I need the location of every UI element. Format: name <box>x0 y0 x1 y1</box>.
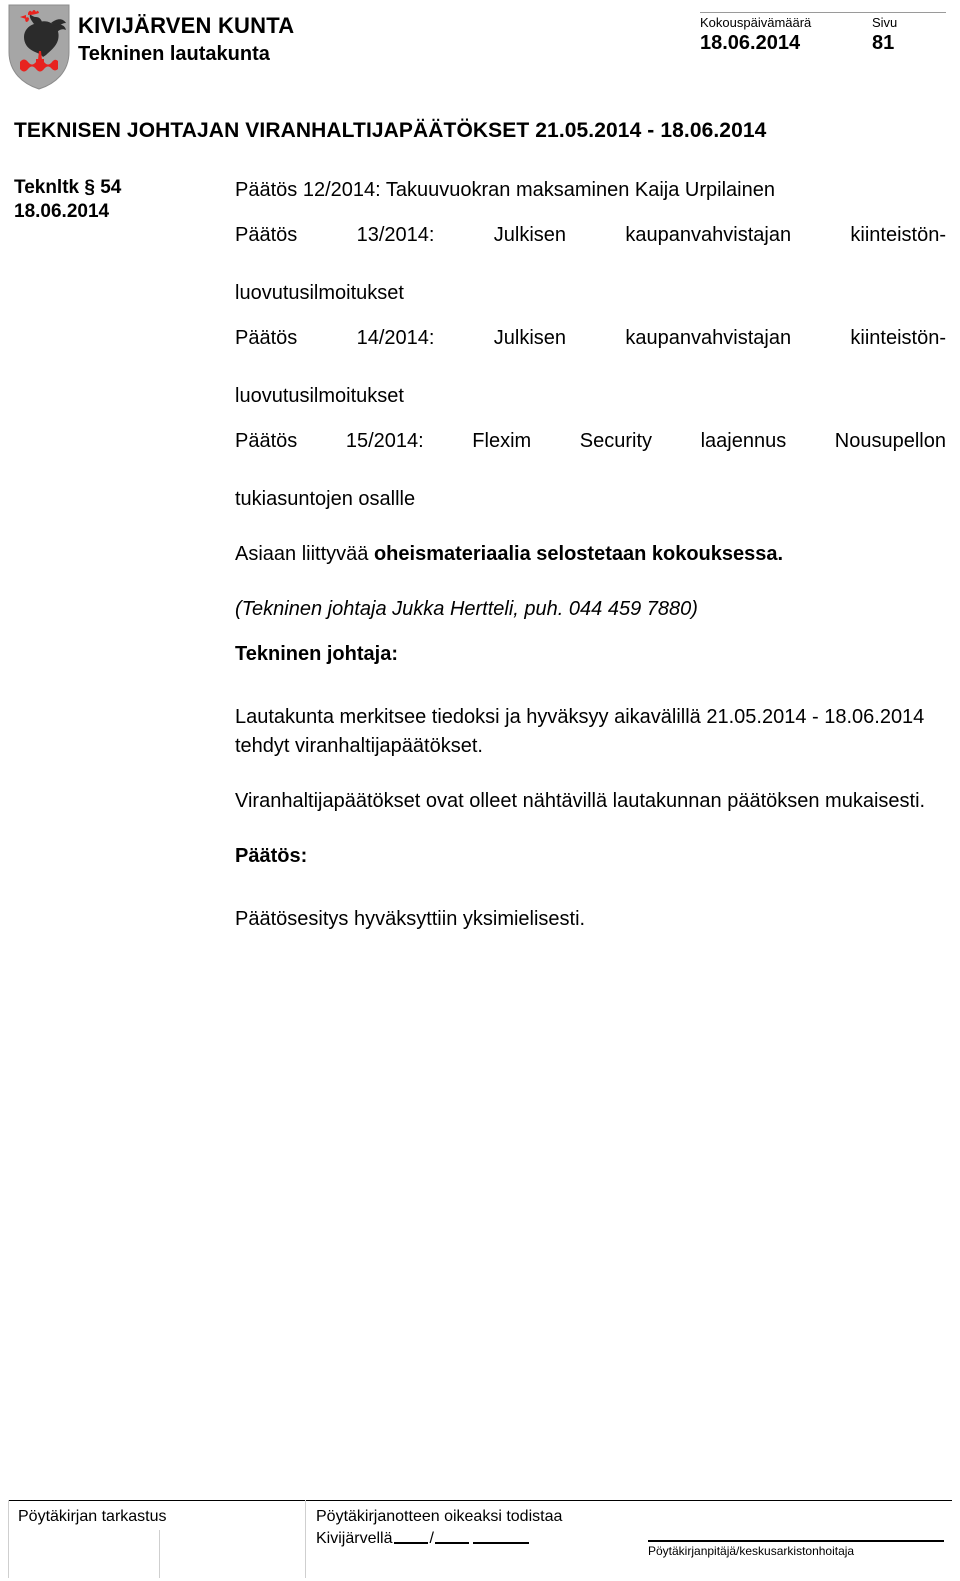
decision-item-15: Päätös 15/2014: Flexim Security laajennu… <box>235 427 946 514</box>
attachment-note: Asiaan liittyvää oheismateriaalia selost… <box>235 540 946 569</box>
section-identifier: Teknltk § 54 <box>14 177 122 198</box>
decision-item-14: Päätös 14/2014: Julkisen kaupanvahvistaj… <box>235 324 946 411</box>
section-body: Päätös 12/2014: Takuuvuokran maksaminen … <box>235 176 946 952</box>
page-header: KIVIJÄRVEN KUNTA Tekninen lautakunta Kok… <box>0 0 960 108</box>
minutes-verification-label: Pöytäkirjan tarkastus <box>18 1508 167 1525</box>
organization-block: KIVIJÄRVEN KUNTA Tekninen lautakunta <box>78 12 294 67</box>
section-date: 18.06.2014 <box>14 201 110 222</box>
day-blank-field[interactable] <box>394 1542 429 1544</box>
decision-heading: Päätös: <box>235 845 308 867</box>
decision-item-13-line1: Päätös 13/2014: Julkisen kaupanvahvistaj… <box>235 224 946 246</box>
document-page: KIVIJÄRVEN KUNTA Tekninen lautakunta Kok… <box>0 0 960 1581</box>
month-blank-field[interactable] <box>434 1542 469 1544</box>
year-blank-field[interactable] <box>472 1542 529 1544</box>
decision-item-14-line2: luovutusilmoitukset <box>235 385 404 407</box>
proposal-text: Lautakunta merkitsee tiedoksi ja hyväksy… <box>235 706 925 757</box>
decision-item-15-line2: tukiasuntojen osallle <box>235 488 416 510</box>
header-meta-labels: Kokouspäivämäärä Sivu <box>700 14 946 31</box>
page-value-wrap: 81 <box>872 31 946 56</box>
page-title: TEKNISEN JOHTAJAN VIRANHALTIJAPÄÄTÖKSET … <box>14 119 767 142</box>
signature-block: Pöytäkirjanpitäjä/keskusarkistonhoitaja <box>648 1540 946 1559</box>
page-label: Sivu <box>872 15 898 30</box>
footer-column-divider-right <box>305 1500 306 1578</box>
decision-item-13: Päätös 13/2014: Julkisen kaupanvahvistaj… <box>235 221 946 308</box>
page-column: Sivu <box>872 14 946 31</box>
kivijarvi-rooster-coat-of-arms-icon <box>8 4 70 90</box>
meeting-date-value-wrap: 18.06.2014 <box>700 31 872 56</box>
date-separator: / <box>429 1530 434 1547</box>
decision-item-12: Päätös 12/2014: Takuuvuokran maksaminen … <box>235 179 775 201</box>
footer-column-divider-middle <box>159 1530 160 1578</box>
page-number: 81 <box>872 32 895 54</box>
proposer-heading: Tekninen johtaja: <box>235 643 398 665</box>
decision-item-13-line2: luovutusilmoitukset <box>235 282 404 304</box>
decision-outcome: Päätösesitys hyväksyttiin yksimielisesti… <box>235 908 586 930</box>
committee-name: Tekninen lautakunta <box>78 43 270 65</box>
attachment-note-emphasis: oheismateriaalia selostetaan kokouksessa… <box>373 543 784 565</box>
signature-line[interactable] <box>648 1540 944 1542</box>
footer-column-divider-left <box>8 1500 9 1578</box>
decision-item-15-line1: Päätös 15/2014: Flexim Security laajennu… <box>235 430 946 452</box>
meeting-date-value: 18.06.2014 <box>700 32 801 54</box>
header-meta-values: 18.06.2014 81 <box>700 31 946 56</box>
organization-name: KIVIJÄRVEN KUNTA <box>78 13 295 38</box>
contact-line: (Tekninen johtaja Jukka Hertteli, puh. 0… <box>235 598 698 620</box>
header-meta: Kokouspäivämäärä Sivu 18.06.2014 81 <box>700 14 946 56</box>
attachment-note-plain: Asiaan liittyvää <box>235 543 374 565</box>
section-marker: Teknltk § 54 18.06.2014 <box>14 176 214 224</box>
page-footer: Pöytäkirjan tarkastus Pöytäkirjanotteen … <box>8 1500 952 1578</box>
certification-text: Pöytäkirjanotteen oikeaksi todistaa <box>316 1508 563 1525</box>
footer-top-border <box>8 1500 952 1501</box>
decision-item-14-line1: Päätös 14/2014: Julkisen kaupanvahvistaj… <box>235 327 946 349</box>
header-divider <box>700 12 946 13</box>
place-label: Kivijärvellä <box>316 1530 393 1547</box>
meeting-date-column: Kokouspäivämäärä <box>700 14 872 31</box>
meeting-date-label: Kokouspäivämäärä <box>700 15 812 30</box>
availability-text: Viranhaltijapäätökset ovat olleet nähtäv… <box>235 790 926 812</box>
signature-caption: Pöytäkirjanpitäjä/keskusarkistonhoitaja <box>648 1544 855 1558</box>
